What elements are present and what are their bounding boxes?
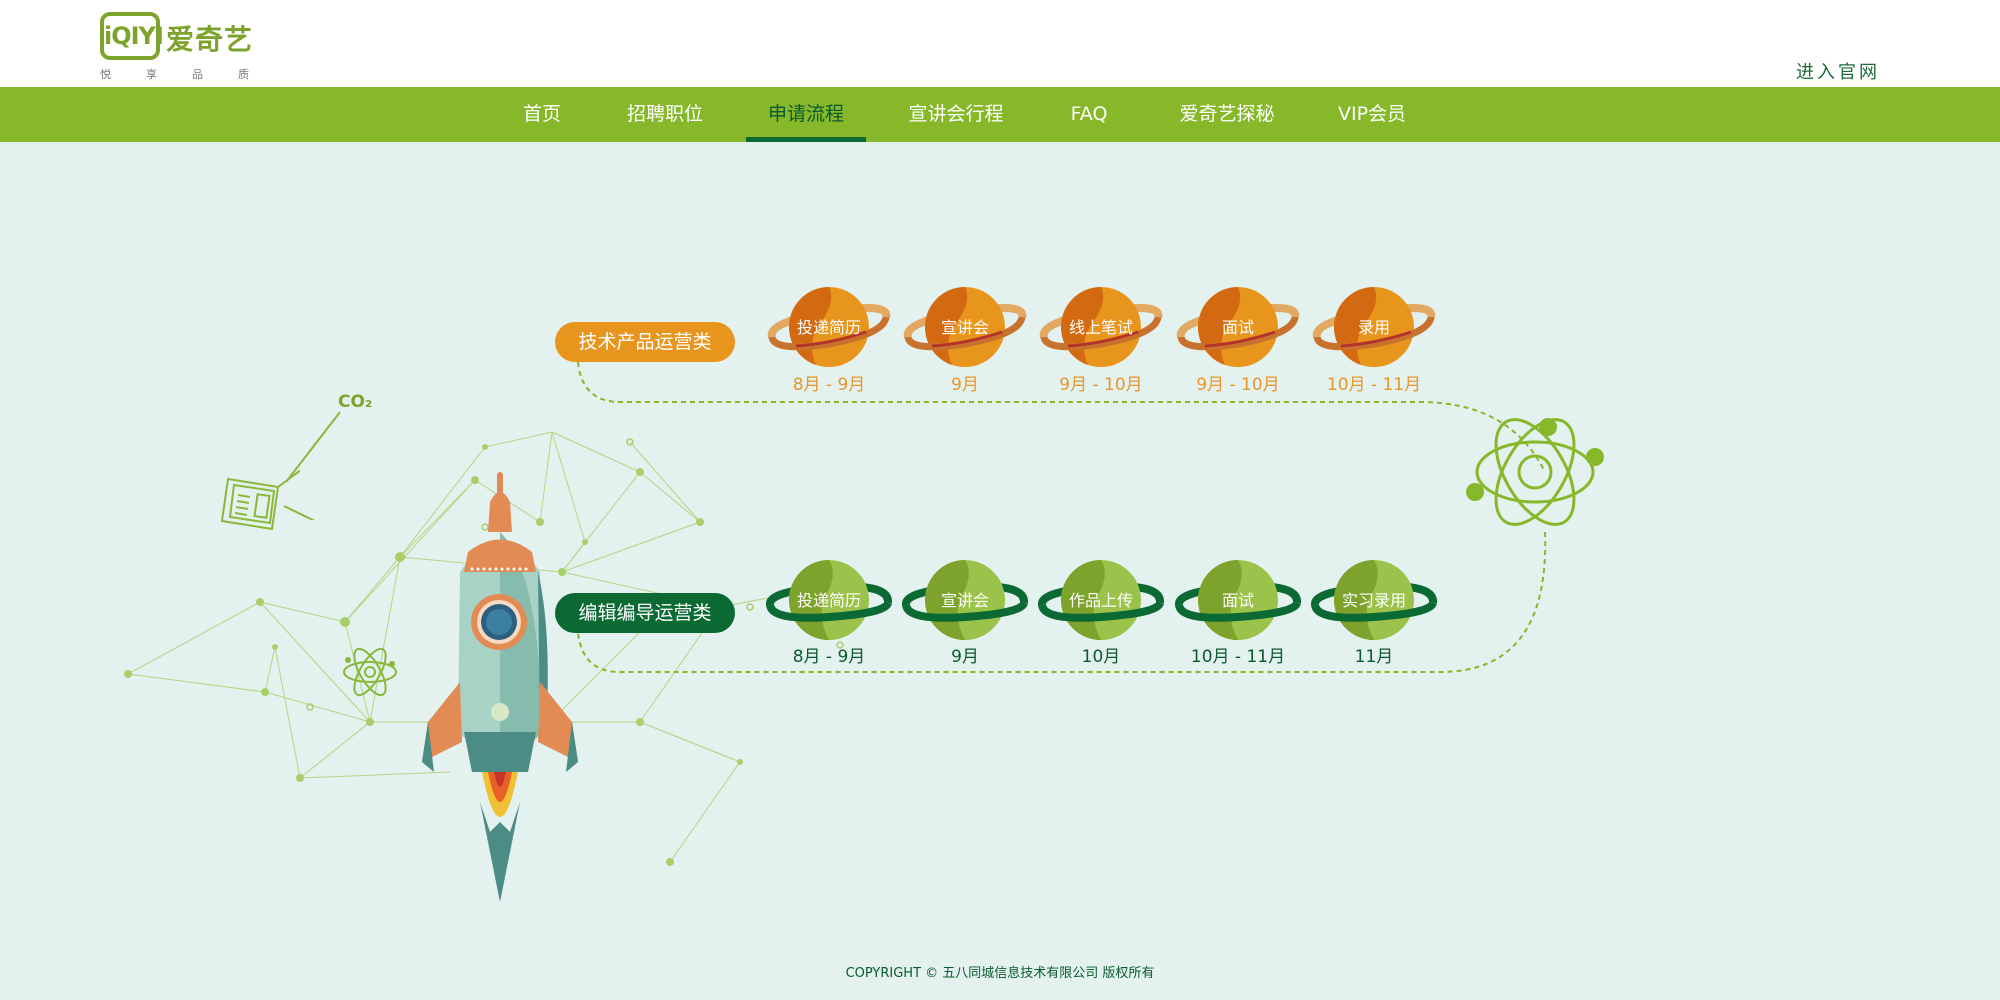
- track-label-tech[interactable]: 技术产品运营类: [555, 322, 735, 362]
- stage-planet: 线上笔试: [1038, 282, 1164, 372]
- nav-item-label: 宣讲会行程: [908, 103, 1004, 125]
- nav-item-label: 申请流程: [767, 103, 844, 125]
- stage-name: 线上笔试: [1068, 318, 1133, 337]
- stage-name: 面试: [1221, 318, 1254, 337]
- nav-item-explore[interactable]: 爱奇艺探秘: [1172, 87, 1282, 142]
- stage-name: 投递简历: [796, 591, 861, 610]
- nav-item-label: 招聘职位: [626, 103, 703, 125]
- stage-date: 9月 - 10月: [1059, 375, 1143, 395]
- nav-item-label: VIP会员: [1337, 103, 1407, 125]
- enter-official-site-link[interactable]: 进入官网: [1796, 58, 1880, 84]
- co2-label: CO₂: [338, 392, 373, 412]
- stage-planet: 作品上传: [1038, 555, 1164, 645]
- stage-planet: 投递简历: [766, 555, 892, 645]
- site-header: iQIYI 爱奇艺 悦享品质 进入官网: [0, 0, 2000, 87]
- nav-item-process[interactable]: 申请流程: [746, 87, 866, 142]
- track-label-editorial[interactable]: 编辑编导运营类: [555, 593, 735, 633]
- stage-planet: 宣讲会: [902, 282, 1028, 372]
- stage-name: 宣讲会: [940, 318, 989, 337]
- brand-slogan: 悦享品质: [100, 68, 284, 81]
- nav-item-home[interactable]: 首页: [510, 87, 574, 142]
- process-section: CO₂ 技术产品运营类 编辑编导运营类 投递简历 8月 - 9月 宣讲会 9月 …: [0, 142, 2000, 1000]
- stage-name: 宣讲会: [940, 591, 989, 610]
- stage-planet: 投递简历: [766, 282, 892, 372]
- stage-date: 10月: [1081, 647, 1121, 667]
- iqiyi-logo-icon: iQIYI: [100, 12, 164, 60]
- small-atom-icon: [343, 647, 397, 697]
- nav-item-label: 爱奇艺探秘: [1179, 103, 1275, 125]
- main-nav: 首页 招聘职位 申请流程 宣讲会行程 FAQ 爱奇艺探秘 VIP会员: [0, 87, 2000, 142]
- stage-name: 面试: [1221, 591, 1254, 610]
- stage-planet: 面试: [1175, 555, 1301, 645]
- atom-icon: [1466, 418, 1604, 526]
- stage-date: 11月: [1354, 647, 1394, 667]
- brand-name: 爱奇艺: [166, 23, 254, 56]
- stage-name: 投递简历: [796, 318, 861, 337]
- stage-planet: 实习录用: [1311, 555, 1437, 645]
- nav-item-jobs[interactable]: 招聘职位: [614, 87, 716, 142]
- nav-item-schedule[interactable]: 宣讲会行程: [900, 87, 1012, 142]
- stage-planet: 宣讲会: [902, 555, 1028, 645]
- stage-name: 录用: [1357, 318, 1390, 337]
- stage-planet: 录用: [1311, 282, 1437, 372]
- nav-item-label: FAQ: [1070, 103, 1108, 125]
- stage-date: 10月 - 11月: [1326, 375, 1422, 395]
- nav-item-faq[interactable]: FAQ: [1058, 87, 1120, 142]
- stage-name: 实习录用: [1341, 591, 1406, 610]
- connector-lines-icon: [283, 411, 341, 520]
- stage-name: 作品上传: [1068, 591, 1133, 610]
- nav-item-label: 首页: [522, 103, 561, 125]
- stage-planet: 面试: [1175, 282, 1301, 372]
- footer-copyright: COPYRIGHT © 五八同城信息技术有限公司 版权所有: [845, 966, 1155, 981]
- nav-item-vip[interactable]: VIP会员: [1330, 87, 1414, 142]
